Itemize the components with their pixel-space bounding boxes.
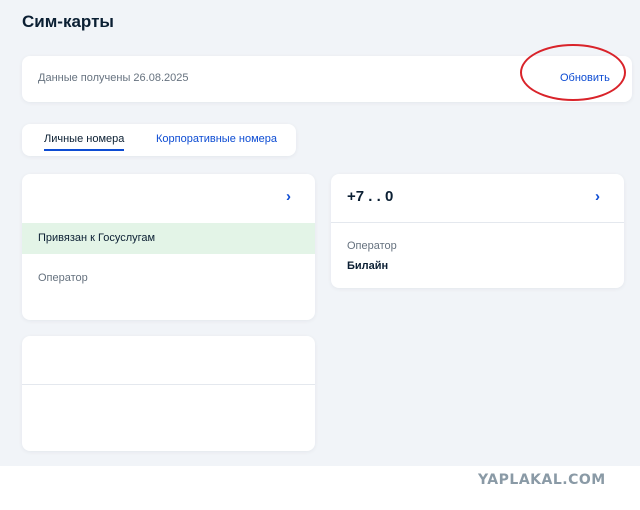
linked-status-banner: Привязан к Госуслугам [22,223,315,254]
data-received-text: Данные получены 26.08.2025 [38,72,189,84]
sim-card[interactable]: +7 . . 0 › Оператор Билайн [331,174,624,288]
tab-corporate-numbers[interactable]: Корпоративные номера [156,133,277,145]
card-divider [22,384,315,385]
sim-card[interactable]: › Привязан к Госуслугам Оператор [22,174,315,320]
update-button[interactable]: Обновить [560,72,610,84]
sim-card-redacted[interactable] [22,336,315,451]
watermark: YAPLAKAL.COM [478,472,606,488]
data-info-card: Данные получены 26.08.2025 Обновить [22,56,632,102]
linked-status-text: Привязан к Госуслугам [38,232,156,244]
sim-number: +7 . . 0 [347,188,394,205]
operator-value: Билайн [347,260,389,272]
operator-label: Оператор [347,240,397,252]
chevron-right-icon[interactable]: › [595,188,600,205]
card-divider [331,222,624,223]
operator-label: Оператор [38,272,88,284]
tabs-bar: Личные номера Корпоративные номера [22,124,296,156]
page-title: Сим-карты [22,12,114,31]
tab-personal-numbers[interactable]: Личные номера [44,133,125,151]
chevron-right-icon[interactable]: › [286,188,291,205]
